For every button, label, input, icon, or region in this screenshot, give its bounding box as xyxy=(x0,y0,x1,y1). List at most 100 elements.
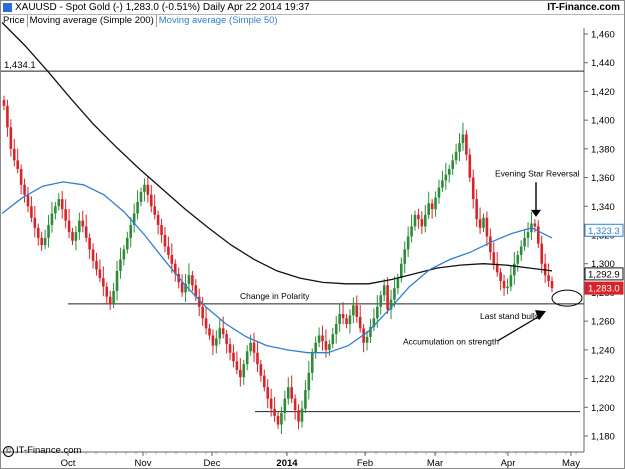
candle-body xyxy=(400,263,403,279)
candle-body xyxy=(91,249,95,261)
candle-body xyxy=(345,318,348,325)
candle-body xyxy=(376,306,379,319)
candle-body xyxy=(403,249,407,264)
candle-body xyxy=(454,151,458,161)
candle-body xyxy=(60,199,64,210)
y-tick-label: 1,400 xyxy=(591,116,615,127)
candle-body xyxy=(50,213,54,225)
candle-body xyxy=(126,237,129,250)
candle-body xyxy=(64,209,67,221)
candle-body xyxy=(143,184,146,192)
candle-body xyxy=(33,217,37,228)
copyright-icon: © xyxy=(3,446,14,457)
copyright: © IT-Finance.com xyxy=(3,445,81,457)
candle-body xyxy=(6,105,9,128)
x-tick-label: 2014 xyxy=(276,458,298,469)
candle-body xyxy=(23,184,26,195)
candle-body xyxy=(509,275,513,287)
arrow-head-down xyxy=(531,209,541,217)
price-tag-label: 1,292.9 xyxy=(588,269,620,280)
candle-body xyxy=(119,259,122,271)
candle-body xyxy=(386,285,389,310)
x-tick-label: Oct xyxy=(61,458,76,469)
candle-body xyxy=(293,398,297,411)
x-tick-label: Feb xyxy=(357,458,373,469)
candle-body xyxy=(54,206,57,214)
candle-body xyxy=(485,217,489,237)
candle-body xyxy=(239,369,242,378)
candle-body xyxy=(430,203,434,210)
y-tick-label: 1,200 xyxy=(591,403,615,414)
candle-body xyxy=(19,168,23,185)
candle-body xyxy=(40,237,43,246)
copyright-text: IT-Finance.com xyxy=(16,445,82,456)
candle-body xyxy=(465,134,468,155)
candle-body xyxy=(102,278,105,287)
candle-body xyxy=(355,305,359,317)
candle-body xyxy=(88,237,91,250)
candle-body xyxy=(502,280,506,289)
candle-body xyxy=(163,235,167,247)
candle-body xyxy=(537,226,540,244)
annotation-last-stand: Last stand bulls xyxy=(480,311,539,321)
y-tick-label: 1,180 xyxy=(591,432,615,443)
candle-body xyxy=(235,361,239,370)
candle-body xyxy=(324,341,328,350)
candle-body xyxy=(280,413,283,425)
candle-body xyxy=(533,223,537,227)
candle-body xyxy=(122,249,126,260)
candle-body xyxy=(57,199,61,207)
candle-body xyxy=(201,306,204,319)
candle-body xyxy=(307,372,311,391)
candle-body xyxy=(451,160,454,169)
candle-body xyxy=(458,143,461,152)
candle-body xyxy=(9,127,13,149)
candle-body xyxy=(221,328,225,335)
candle-body xyxy=(153,206,156,215)
candle-body xyxy=(348,315,352,325)
candle-body xyxy=(382,285,386,296)
candle-body xyxy=(396,278,400,289)
candle-body xyxy=(321,335,324,342)
candle-body xyxy=(461,134,465,144)
candle-body xyxy=(304,390,307,409)
candle-body xyxy=(252,342,256,353)
candle-body xyxy=(71,232,74,241)
candle-body xyxy=(365,336,369,343)
candle-body xyxy=(149,194,153,207)
candle-body xyxy=(232,352,235,362)
candle-body xyxy=(191,275,194,286)
candle-body xyxy=(471,177,475,200)
candle-body xyxy=(437,187,441,198)
candle-body xyxy=(156,214,160,225)
candle-body xyxy=(338,313,341,325)
candle-body xyxy=(492,252,496,264)
candle-body xyxy=(393,288,396,300)
candle-body xyxy=(290,387,293,399)
candle-body xyxy=(317,335,321,343)
candle-body xyxy=(478,219,482,228)
candle-body xyxy=(263,375,266,388)
candle-body xyxy=(482,217,485,228)
level-label: 1,434.1 xyxy=(4,60,36,71)
candle-body xyxy=(468,154,472,178)
candle-body xyxy=(314,342,317,353)
annotation-polarity: Change in Polarity xyxy=(240,291,310,301)
candle-body xyxy=(167,246,170,256)
candle-body xyxy=(273,408,276,416)
candle-body xyxy=(242,364,246,378)
x-tick-label: Nov xyxy=(135,458,152,469)
candle-body xyxy=(413,214,417,227)
y-tick-label: 1,220 xyxy=(591,374,615,385)
candle-body xyxy=(441,180,444,188)
candle-body xyxy=(211,335,215,346)
candle-body xyxy=(67,220,71,233)
candle-body xyxy=(519,246,523,256)
candle-body xyxy=(215,338,218,346)
price-chart[interactable]: 1,4601,4401,4201,4001,3801,3601,3401,320… xyxy=(0,0,625,469)
candle-body xyxy=(249,342,252,352)
candle-body xyxy=(550,280,554,289)
candle-body xyxy=(352,305,355,316)
x-tick-label: May xyxy=(562,458,580,469)
price-tag-label: 1,323.3 xyxy=(588,226,620,237)
